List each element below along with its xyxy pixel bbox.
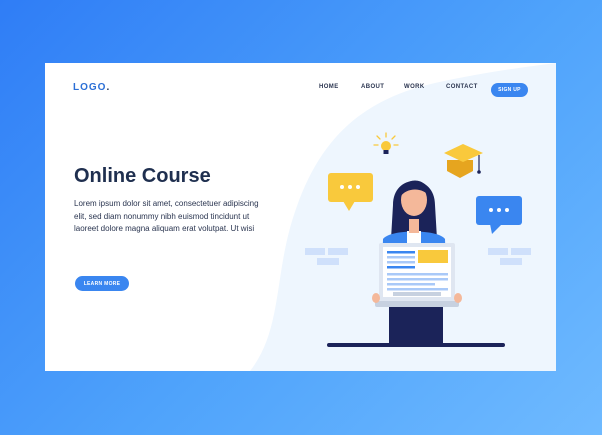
chat-bubble-icon bbox=[328, 173, 373, 211]
chat-bubble-icon bbox=[476, 196, 522, 234]
graduation-cap-icon bbox=[444, 144, 483, 178]
brick-decoration-left bbox=[305, 248, 348, 265]
online-course-illustration bbox=[305, 132, 531, 347]
brick-decoration-right bbox=[488, 248, 531, 265]
lightbulb-icon bbox=[373, 132, 399, 154]
landing-card: LOGO. HOME ABOUT WORK CONTACT SIGN UP On… bbox=[45, 63, 556, 371]
laptop-icon bbox=[372, 243, 462, 307]
